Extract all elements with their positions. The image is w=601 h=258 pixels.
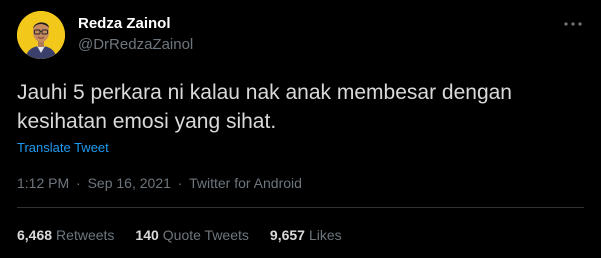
likes-stat[interactable]: 9,657 Likes (270, 227, 342, 244)
tweet-text: Jauhi 5 perkara ni kalau nak anak membes… (17, 78, 577, 136)
avatar-photo (17, 11, 65, 59)
avatar[interactable] (17, 11, 65, 59)
quote-tweets-stat[interactable]: 140 Quote Tweets (135, 227, 249, 244)
translate-tweet-link[interactable]: Translate Tweet (17, 140, 109, 156)
tweet-card: Redza Zainol @DrRedzaZainol Jauhi 5 perk… (0, 0, 601, 258)
retweets-count: 6,468 (17, 227, 53, 243)
retweets-label: Retweets (56, 227, 115, 243)
retweets-stat[interactable]: 6,468 Retweets (17, 227, 114, 244)
meta-separator: · (76, 175, 81, 191)
engagement-stats: 6,468 Retweets 140 Quote Tweets 9,657 Likes (17, 227, 363, 244)
tweet-metadata: 1:12 PM · Sep 16, 2021 · Twitter for And… (17, 175, 302, 192)
more-options-icon (564, 22, 582, 26)
tweet-text-line: Jauhi 5 perkara ni kalau nak anak membes… (17, 81, 512, 104)
quotes-label: Quote Tweets (162, 227, 249, 243)
quotes-count: 140 (135, 227, 159, 243)
tweet-text-line: kesihatan emosi yang sihat. (17, 110, 277, 133)
author-name[interactable]: Redza Zainol (78, 15, 171, 33)
meta-separator: · (177, 175, 183, 191)
tweet-date[interactable]: Sep 16, 2021 (88, 175, 171, 191)
more-options-button[interactable] (563, 16, 583, 32)
likes-label: Likes (308, 227, 342, 243)
tweet-source[interactable]: Twitter for Android (189, 175, 302, 191)
tweet-time[interactable]: 1:12 PM (17, 175, 69, 191)
divider (17, 207, 584, 208)
author-handle[interactable]: @DrRedzaZainol (78, 36, 193, 54)
likes-count: 9,657 (269, 227, 305, 243)
